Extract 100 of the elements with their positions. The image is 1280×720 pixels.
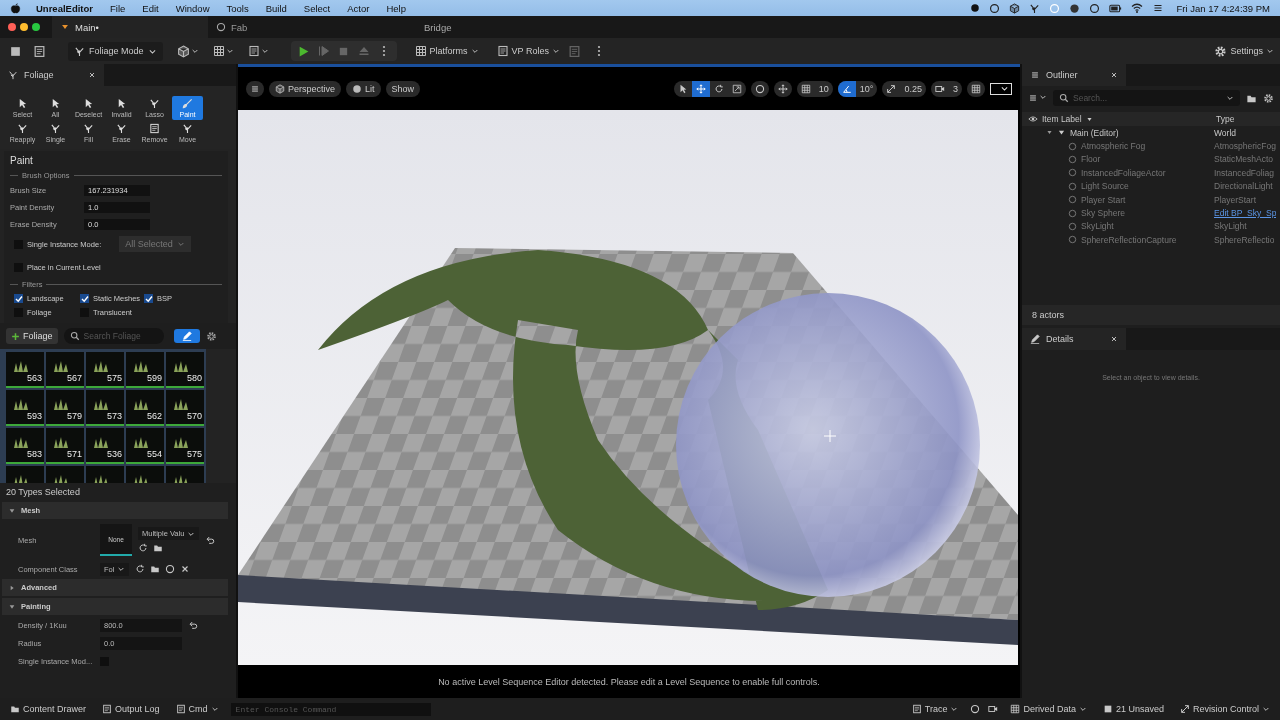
checkbox[interactable] xyxy=(14,294,23,303)
view-option-button[interactable]: Lit xyxy=(346,80,381,97)
tree-item[interactable]: Floor xyxy=(1081,154,1101,165)
foliage-thumbnail[interactable]: 599 xyxy=(126,352,164,388)
content-drawer-button[interactable]: Content Drawer xyxy=(6,704,91,714)
cube-icon xyxy=(275,83,285,94)
menu-item[interactable]: Actor xyxy=(347,2,370,14)
view-option-button[interactable]: Show xyxy=(385,80,421,97)
foliage-thumbnail[interactable]: 571 xyxy=(46,428,84,464)
chevron-down-icon xyxy=(210,705,219,713)
use-selected-icon xyxy=(138,543,148,553)
foliage-thumbnail[interactable]: 583 xyxy=(6,428,44,464)
close-icon xyxy=(88,71,96,79)
derived-data-dropdown[interactable]: Derived Data xyxy=(1006,704,1091,714)
checkbox[interactable] xyxy=(80,294,89,303)
add-foliage-button[interactable]: Foliage xyxy=(6,328,58,344)
tray-icon xyxy=(1068,2,1080,14)
vp-roles-dropdown[interactable]: VP Roles xyxy=(496,45,560,57)
sprout-icon xyxy=(50,123,61,134)
reset-icon xyxy=(188,620,198,630)
angle-snap-button[interactable] xyxy=(837,80,856,97)
app-name-menu[interactable]: UnrealEditor xyxy=(36,2,93,14)
menu-item[interactable]: Help xyxy=(386,2,406,14)
chevron-down-icon xyxy=(1000,84,1009,93)
type-cell: AtmosphericFog xyxy=(1214,141,1276,152)
menu-item[interactable]: Edit xyxy=(142,2,159,14)
foliage-thumbnail[interactable]: 567 xyxy=(46,352,84,388)
foliage-thumbnail[interactable]: 593 xyxy=(6,390,44,426)
type-cell: DirectionalLight xyxy=(1214,181,1273,192)
foliage-thumbnail[interactable]: 573 xyxy=(86,390,124,426)
pencil-icon xyxy=(181,331,192,341)
document-tab[interactable]: Fab xyxy=(208,16,354,38)
foliage-thumbnail[interactable]: 579 xyxy=(46,390,84,426)
output-log-button[interactable]: Output Log xyxy=(98,704,164,714)
tree-item[interactable]: SphereReflectionCapture xyxy=(1081,234,1177,245)
rotate-icon xyxy=(713,83,724,94)
search-icon xyxy=(1059,93,1069,103)
foliage-thumbnail[interactable]: 563 xyxy=(6,352,44,388)
column-header[interactable]: Item Label xyxy=(1042,114,1082,124)
document-tab[interactable]: Main• xyxy=(52,16,208,38)
window-title: Bridge xyxy=(424,21,452,33)
menu-item[interactable]: File xyxy=(110,2,126,14)
chevron-down-icon xyxy=(470,47,479,55)
column-header[interactable]: Type xyxy=(1216,114,1235,124)
foliage-thumbnail[interactable]: 536 xyxy=(86,428,124,464)
sphere-icon xyxy=(352,83,363,94)
trace-dropdown[interactable]: Trace xyxy=(907,704,963,714)
caret-icon xyxy=(8,506,16,515)
layout-button[interactable] xyxy=(990,82,1012,95)
view-option-button[interactable]: Perspective xyxy=(269,80,342,97)
menu-item[interactable]: Tools xyxy=(226,2,249,14)
panel-tab[interactable]: Details xyxy=(1022,327,1126,350)
panel-tab[interactable]: Foliage xyxy=(0,64,104,86)
wifi-icon xyxy=(1130,2,1143,14)
settings-dropdown[interactable]: Settings xyxy=(1214,44,1274,58)
trace-icon xyxy=(911,704,922,714)
log-icon xyxy=(102,704,113,714)
maximize-viewport-button[interactable] xyxy=(967,80,985,97)
expand-caret-icon xyxy=(1046,129,1053,137)
step-icon xyxy=(317,45,330,57)
menu-item[interactable]: Build xyxy=(265,2,287,14)
foliage-thumbnail[interactable]: 580 xyxy=(166,352,204,388)
snap-icon xyxy=(777,83,788,94)
chevron-down-icon xyxy=(1078,705,1087,713)
foliage-thumbnail[interactable]: 554 xyxy=(126,428,164,464)
close-window-button[interactable] xyxy=(8,23,16,31)
mode-dropdown[interactable]: Foliage Mode xyxy=(68,41,163,61)
sort-arrow-icon xyxy=(1085,115,1093,123)
cube-plus-icon xyxy=(176,44,190,58)
tree-item[interactable]: Light Source xyxy=(1081,181,1129,192)
tree-item[interactable]: Sky Sphere xyxy=(1081,208,1125,219)
panel-tab[interactable]: Outliner xyxy=(1022,64,1126,86)
tree-item[interactable]: Atmospheric Fog xyxy=(1081,141,1146,152)
viewport-menu-button[interactable] xyxy=(246,80,264,97)
surface-snap-button[interactable] xyxy=(773,80,792,97)
revision-control-dropdown[interactable]: Revision Control xyxy=(1175,704,1274,714)
unsaved-button[interactable]: 21 Unsaved xyxy=(1098,704,1168,714)
edit-blueprint-link[interactable]: Edit BP_Sky_Sp xyxy=(1214,208,1277,219)
foliage-thumbnail[interactable]: 575 xyxy=(166,428,204,464)
minimize-window-button[interactable] xyxy=(20,23,28,31)
menu-item[interactable]: Window xyxy=(175,2,210,14)
checkbox[interactable] xyxy=(144,294,153,303)
tree-item[interactable]: InstancedFoliageActor xyxy=(1081,167,1166,178)
tree-item[interactable]: Player Start xyxy=(1081,194,1126,205)
tree-item[interactable]: Main (Editor) xyxy=(1070,127,1119,138)
cmd-dropdown[interactable]: Cmd xyxy=(171,704,223,714)
terminal-icon xyxy=(175,704,186,714)
foliage-thumbnail[interactable]: 570 xyxy=(166,390,204,426)
tray-icon xyxy=(1048,2,1060,14)
platforms-dropdown[interactable]: Platforms xyxy=(414,45,479,57)
chevron-down-icon xyxy=(190,47,199,55)
foliage-thumbnail[interactable]: 562 xyxy=(126,390,164,426)
tree-item[interactable]: SkyLight xyxy=(1081,221,1114,232)
paint-toggle-button[interactable] xyxy=(173,329,200,343)
move-tool-button[interactable] xyxy=(691,80,710,97)
world-space-button[interactable] xyxy=(750,80,769,97)
zoom-window-button[interactable] xyxy=(32,23,40,31)
menu-item[interactable]: Select xyxy=(303,2,331,14)
foliage-thumbnail[interactable]: 575 xyxy=(86,352,124,388)
filter-button[interactable] xyxy=(1028,93,1047,103)
